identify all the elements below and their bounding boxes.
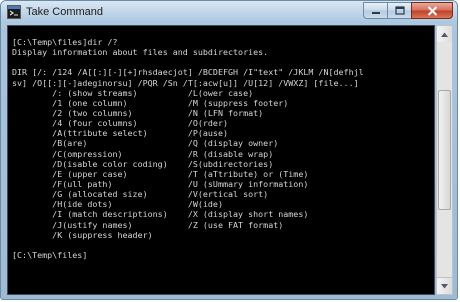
- app-window: Take Command [C:\Temp\files]dir /?Displ: [0, 0, 458, 300]
- close-icon: [427, 5, 437, 16]
- close-button[interactable]: [411, 2, 453, 19]
- console-prompt-line: [C:\Temp\files]: [12, 249, 88, 260]
- console-line: /2 (two columns) /N (LFN format): [12, 107, 264, 118]
- console-line: Display information about files and subd…: [12, 47, 269, 58]
- console-line: /H(ide dots) /W(ide): [12, 199, 223, 210]
- console-line: /1 (one column) /M (suppress footer): [12, 97, 289, 108]
- console-line: /F(ull path) /U (sUmmary information): [12, 178, 309, 189]
- scroll-up-button[interactable]: [437, 26, 452, 43]
- console-line: /B(are) /Q (display owner): [12, 138, 279, 149]
- console-line: /D(isable color coding) /S(ubdirectories…: [12, 158, 274, 169]
- console-line: /E (upper case) /T (aTtribute) or (Time): [12, 168, 309, 179]
- console-line: /J(ustify names) /Z (use FAT format): [12, 219, 284, 230]
- console-line: /K (suppress header): [12, 229, 153, 240]
- console-line: /4 (four columns) /O(rder): [12, 118, 229, 129]
- console-line: sv] /O[[:][-]adeginorsu] /PQR /Sn /T[:ac…: [12, 77, 359, 88]
- console-output[interactable]: [C:\Temp\files]dir /? Display information…: [7, 25, 435, 295]
- console-line: /A(ttribute select) /P(ause): [12, 128, 229, 139]
- minimize-button[interactable]: [363, 2, 387, 19]
- maximize-icon: [394, 6, 405, 15]
- vertical-scrollbar[interactable]: [436, 25, 453, 295]
- scrollbar-track[interactable]: [437, 42, 452, 278]
- scroll-up-arrow-icon: [441, 32, 448, 37]
- scroll-down-button[interactable]: [437, 277, 452, 294]
- scrollbar-thumb[interactable]: [438, 90, 451, 210]
- window-title: Take Command: [26, 6, 104, 18]
- title-bar[interactable]: Take Command: [1, 1, 457, 23]
- console-line: /G (allocated size) /V(ertical sort): [12, 189, 269, 200]
- console-icon: [7, 5, 21, 19]
- scroll-down-arrow-icon: [441, 283, 448, 288]
- maximize-button[interactable]: [387, 2, 411, 19]
- console-line: /I (match descriptions) /X (display shor…: [12, 209, 309, 220]
- window-controls: [363, 2, 453, 19]
- console-line: /: (show streams) /L(ower case): [12, 87, 254, 98]
- console-line: [C:\Temp\files]dir /?: [12, 37, 118, 47]
- console-line: DIR [/: /124 /A[[:][-][+]rhsdaecjot] /BC…: [12, 67, 364, 78]
- minimize-icon: [371, 11, 380, 14]
- console-text: [C:\Temp\files]dir /? Display information…: [8, 26, 434, 260]
- console-line: /C(ompression) /R (disable wrap): [12, 148, 274, 159]
